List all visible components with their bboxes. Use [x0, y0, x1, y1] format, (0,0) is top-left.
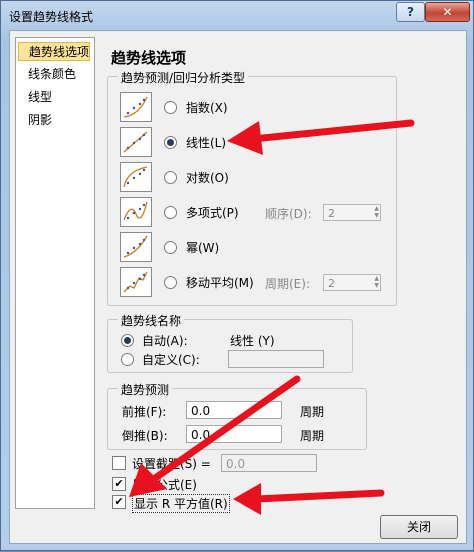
backward-label: 倒推(B): [122, 429, 168, 443]
logarithmic-radio[interactable] [164, 171, 177, 184]
dialog-window: 设置趋势线格式 ? ✕ 趋势线选项 线条颜色 线型 阴影 趋势线选项 趋势预测/… [0, 0, 474, 551]
auto-name-value: 线性 (Y) [230, 334, 275, 348]
polynomial-thumbnail-icon [120, 197, 152, 227]
backward-input[interactable]: 0.0 [186, 425, 282, 443]
close-button[interactable]: 关闭 [380, 515, 458, 539]
order-label: 顺序(D): [265, 207, 312, 221]
type-group: 趋势预测/回归分析类型 指数(X) 线性(L) 对数(O) 多项式(P) 顺序(… [107, 69, 397, 306]
custom-name-label: 自定义(C): [142, 353, 200, 367]
period-label: 周期(E): [265, 277, 310, 291]
forward-label: 前推(F): [122, 405, 167, 419]
exponential-thumbnail-icon [120, 92, 152, 122]
nav-item-line-color[interactable]: 线条颜色 [18, 65, 90, 84]
linear-label: 线性(L) [186, 136, 227, 150]
forecast-group: 趋势预测 前推(F): 0.0 周期 倒推(B): 0.0 周期 [107, 381, 367, 450]
intercept-label: 设置截距(S) = [132, 457, 211, 471]
power-thumbnail-icon [120, 232, 152, 262]
help-button[interactable]: ? [396, 2, 425, 22]
show-equation-label: 显示公式(E) [132, 478, 197, 492]
options-panel: 趋势线选项 趋势预测/回归分析类型 指数(X) 线性(L) 对数(O) 多项式(… [101, 31, 461, 539]
intercept-checkbox[interactable] [112, 456, 126, 470]
category-nav: 趋势线选项 线条颜色 线型 阴影 [15, 37, 95, 509]
custom-name-input[interactable] [228, 350, 324, 368]
logarithmic-thumbnail-icon [120, 162, 152, 192]
linear-thumbnail-icon [120, 127, 152, 157]
moving-average-thumbnail-icon [120, 267, 152, 297]
panel-heading: 趋势线选项 [111, 49, 187, 67]
forecast-group-title: 趋势预测 [118, 381, 173, 398]
polynomial-label: 多项式(P) [186, 206, 239, 220]
order-spinner[interactable]: 2 [323, 204, 381, 221]
forward-unit: 周期 [300, 405, 325, 419]
power-radio[interactable] [164, 241, 177, 254]
intercept-input[interactable]: 0.0 [221, 454, 317, 472]
close-window-button[interactable]: ✕ [425, 2, 470, 22]
title-bar: 设置趋势线格式 ? ✕ [1, 1, 473, 29]
forward-input[interactable]: 0.0 [186, 401, 282, 419]
name-group: 趋势线名称 自动(A): 线性 (Y) 自定义(C): [107, 312, 353, 373]
exponential-label: 指数(X) [186, 101, 228, 115]
nav-item-trendline-options[interactable]: 趋势线选项 [18, 42, 90, 61]
dialog-title: 设置趋势线格式 [9, 10, 94, 24]
moving-average-radio[interactable] [164, 276, 177, 289]
linear-radio[interactable] [164, 136, 177, 149]
show-r2-checkbox[interactable]: ✔ [112, 495, 126, 509]
moving-average-label: 移动平均(M) [186, 276, 254, 290]
exponential-radio[interactable] [164, 101, 177, 114]
nav-item-line-style[interactable]: 线型 [18, 88, 90, 107]
auto-name-radio[interactable] [121, 334, 134, 347]
logarithmic-label: 对数(O) [186, 171, 229, 185]
backward-unit: 周期 [300, 429, 325, 443]
show-equation-checkbox[interactable]: ✔ [112, 477, 126, 491]
type-group-title: 趋势预测/回归分析类型 [118, 69, 249, 86]
auto-name-label: 自动(A): [142, 334, 188, 348]
nav-item-shadow[interactable]: 阴影 [18, 111, 90, 130]
custom-name-radio[interactable] [121, 353, 134, 366]
polynomial-radio[interactable] [164, 206, 177, 219]
power-label: 幂(W) [186, 241, 220, 255]
name-group-title: 趋势线名称 [118, 312, 185, 329]
period-spinner[interactable]: 2 [323, 274, 381, 291]
show-r2-label: 显示 R 平方值(R) [132, 494, 230, 513]
dialog-client: 趋势线选项 线条颜色 线型 阴影 趋势线选项 趋势预测/回归分析类型 指数(X)… [9, 30, 467, 544]
